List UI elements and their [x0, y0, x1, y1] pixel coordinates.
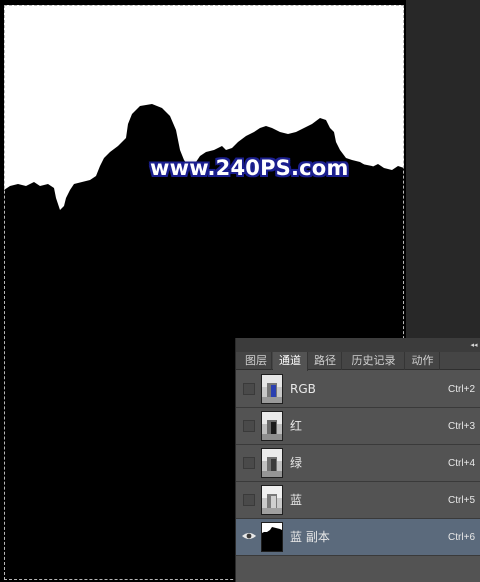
eye-icon[interactable]: [241, 528, 257, 544]
collapse-arrows-icon[interactable]: ◂◂: [470, 341, 478, 349]
channel-name: RGB: [290, 382, 316, 396]
channel-shortcut: Ctrl+4: [448, 458, 475, 469]
channel-thumbnail: [261, 485, 283, 515]
channel-name: 绿: [290, 456, 303, 470]
channel-shortcut: Ctrl+6: [448, 532, 475, 543]
tab-layers[interactable]: 图层: [241, 352, 272, 370]
channel-thumbnail: [261, 522, 283, 552]
visibility-toggle[interactable]: [243, 383, 255, 395]
tab-history[interactable]: 历史记录: [343, 352, 405, 370]
channel-shortcut: Ctrl+2: [448, 384, 475, 395]
tab-actions[interactable]: 动作: [406, 352, 440, 370]
channel-thumbnail: [261, 411, 283, 441]
panel-tab-bar: 图层 通道 路径 历史记录 动作: [236, 352, 480, 371]
watermark-text: www.240PS.com: [150, 156, 349, 180]
channel-row-red[interactable]: 红 Ctrl+3: [236, 408, 480, 445]
visibility-toggle[interactable]: [243, 457, 255, 469]
channel-shortcut: Ctrl+3: [448, 421, 475, 432]
channel-row-rgb[interactable]: RGB Ctrl+2: [236, 371, 480, 408]
visibility-toggle[interactable]: [243, 420, 255, 432]
channel-name: 红: [290, 419, 303, 433]
panel-header: ◂◂: [236, 338, 480, 352]
tab-channels[interactable]: 通道: [273, 352, 308, 371]
channels-panel: ◂◂ 图层 通道 路径 历史记录 动作 RGB Ctrl+2 红 Ctrl+3: [235, 338, 480, 582]
channel-row-blue[interactable]: 蓝 Ctrl+5: [236, 482, 480, 519]
channel-thumbnail: [261, 448, 283, 478]
visibility-toggle[interactable]: [243, 494, 255, 506]
channel-row-blue-copy[interactable]: 蓝 副本 Ctrl+6: [236, 519, 480, 556]
channel-name: 蓝: [290, 493, 303, 507]
tab-paths[interactable]: 路径: [309, 352, 342, 370]
channel-shortcut: Ctrl+5: [448, 495, 475, 506]
channel-row-green[interactable]: 绿 Ctrl+4: [236, 445, 480, 482]
channel-thumbnail: [261, 374, 283, 404]
channel-name: 蓝 副本: [290, 530, 330, 544]
